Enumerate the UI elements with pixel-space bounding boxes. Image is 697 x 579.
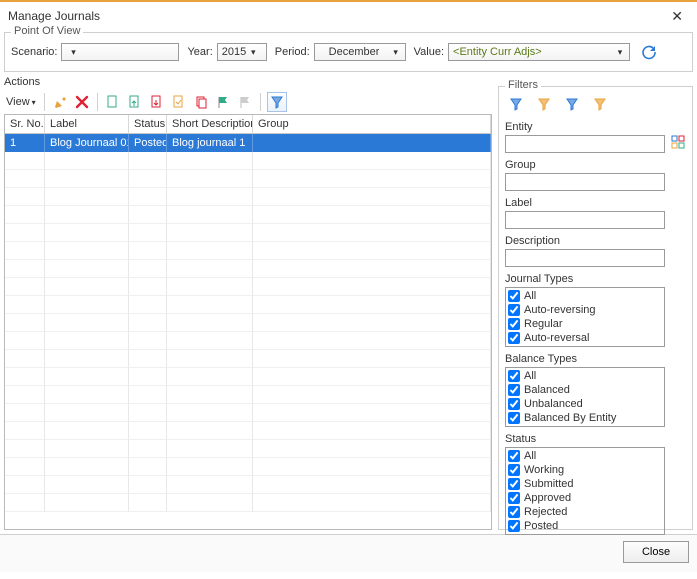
window-title: Manage Journals (8, 9, 100, 23)
bt-item[interactable]: Unbalanced (508, 397, 662, 411)
chevron-down-icon: ▾ (389, 47, 403, 58)
col-desc[interactable]: Short Description (167, 115, 253, 133)
scenario-label: Scenario: (11, 46, 57, 58)
jt-item[interactable]: Regular (508, 317, 662, 331)
col-group[interactable]: Group (253, 115, 491, 133)
table-row[interactable]: 1 Blog Journaal 01 Posted Blog journaal … (5, 134, 491, 152)
journal-types-label: Journal Types (505, 273, 686, 285)
jt-item[interactable]: All (508, 289, 662, 303)
chevron-down-icon: ▾ (613, 47, 627, 58)
grid-header: Sr. No. Label Status Short Description G… (5, 115, 491, 134)
scenario-combo[interactable]: ▾ (61, 43, 179, 61)
flag-grey-icon[interactable] (236, 93, 254, 111)
doc-dup-icon[interactable] (192, 93, 210, 111)
st-item[interactable]: Rejected (508, 505, 662, 519)
view-dropdown[interactable]: View ▾ (4, 95, 38, 109)
table-row (5, 170, 491, 188)
description-label: Description (505, 235, 686, 247)
journals-grid: Sr. No. Label Status Short Description G… (4, 114, 492, 530)
st-item[interactable]: Approved (508, 491, 662, 505)
actions-header: Actions (4, 76, 287, 88)
st-item[interactable]: Submitted (508, 477, 662, 491)
status-box: All Working Submitted Approved Rejected … (505, 447, 665, 535)
funnel-orange2-icon[interactable] (591, 95, 609, 113)
doc-new-icon[interactable] (104, 93, 122, 111)
value-label: Value: (414, 46, 444, 58)
table-row (5, 242, 491, 260)
filters-legend: Filters (505, 79, 541, 91)
table-row (5, 422, 491, 440)
titlebar: Manage Journals ✕ (0, 2, 697, 30)
close-icon[interactable]: ✕ (665, 6, 689, 27)
table-row (5, 332, 491, 350)
bt-item[interactable]: All (508, 369, 662, 383)
bt-item[interactable]: Balanced By Entity (508, 411, 662, 425)
chevron-down-icon: ▾ (246, 47, 260, 58)
doc-down-icon[interactable] (148, 93, 166, 111)
bt-item[interactable]: Balanced (508, 383, 662, 397)
table-row (5, 404, 491, 422)
label-input[interactable] (505, 211, 665, 229)
member-select-icon[interactable] (671, 135, 685, 152)
table-row (5, 260, 491, 278)
jt-item[interactable]: Auto-reversal (508, 331, 662, 345)
table-row (5, 152, 491, 170)
chevron-down-icon: ▾ (66, 47, 80, 58)
col-label[interactable]: Label (45, 115, 129, 133)
close-button[interactable]: Close (623, 541, 689, 563)
filters-panel: Filters Entity Group Label Description J… (498, 86, 693, 530)
funnel-blue2-icon[interactable] (563, 95, 581, 113)
col-srno[interactable]: Sr. No. (5, 115, 45, 133)
col-status[interactable]: Status (129, 115, 167, 133)
period-label: Period: (275, 46, 310, 58)
status-label: Status (505, 433, 686, 445)
group-filter-label: Group (505, 159, 686, 171)
entity-label: Entity (505, 121, 686, 133)
year-label: Year: (187, 46, 212, 58)
funnel-icon[interactable] (267, 92, 287, 112)
table-row (5, 278, 491, 296)
pov-legend: Point Of View (11, 25, 83, 37)
footer: Close (0, 534, 697, 572)
group-input[interactable] (505, 173, 665, 191)
table-row (5, 188, 491, 206)
flag-green-icon[interactable] (214, 93, 232, 111)
jt-item[interactable]: Auto-reversing (508, 303, 662, 317)
table-row (5, 368, 491, 386)
balance-types-label: Balance Types (505, 353, 686, 365)
description-input[interactable] (505, 249, 665, 267)
table-row (5, 458, 491, 476)
table-row (5, 440, 491, 458)
doc-check-icon[interactable] (170, 93, 188, 111)
entity-input[interactable] (505, 135, 665, 153)
table-row (5, 386, 491, 404)
funnel-orange-icon[interactable] (535, 95, 553, 113)
period-combo[interactable]: December ▾ (314, 43, 406, 61)
table-row (5, 314, 491, 332)
funnel-blue-icon[interactable] (507, 95, 525, 113)
label-filter-label: Label (505, 197, 686, 209)
journal-types-box: All Auto-reversing Regular Auto-reversal (505, 287, 665, 347)
table-row (5, 476, 491, 494)
st-item[interactable]: Posted (508, 519, 662, 533)
table-row (5, 296, 491, 314)
chevron-down-icon: ▾ (32, 98, 36, 107)
table-row (5, 350, 491, 368)
st-item[interactable]: All (508, 449, 662, 463)
st-item[interactable]: Working (508, 463, 662, 477)
value-combo[interactable]: <Entity Curr Adjs> ▾ (448, 43, 630, 61)
edit-icon[interactable] (51, 93, 69, 111)
table-row (5, 224, 491, 242)
actions-toolbar: View ▾ (4, 92, 287, 112)
point-of-view-group: Point Of View Scenario: ▾ Year: 2015 ▾ P… (4, 32, 693, 72)
table-row (5, 206, 491, 224)
balance-types-box: All Balanced Unbalanced Balanced By Enti… (505, 367, 665, 427)
refresh-icon[interactable] (640, 43, 658, 61)
year-combo[interactable]: 2015 ▾ (217, 43, 267, 61)
table-row (5, 494, 491, 512)
doc-up-icon[interactable] (126, 93, 144, 111)
delete-icon[interactable] (73, 93, 91, 111)
